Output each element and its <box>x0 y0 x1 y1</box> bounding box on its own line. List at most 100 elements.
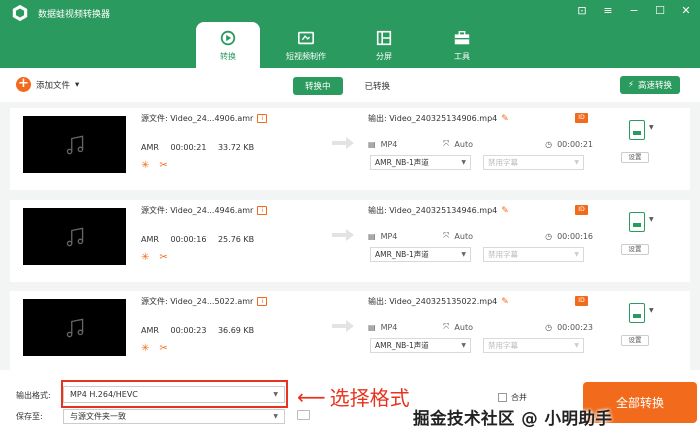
output-format-icon[interactable] <box>629 303 645 323</box>
chevron-down-icon[interactable]: ▼ <box>649 124 654 131</box>
audio-track-select[interactable]: AMR_NB-1声道 ▼ <box>370 338 471 353</box>
edit-pen-icon[interactable]: ✎ <box>501 114 509 124</box>
checkbox-icon <box>498 393 507 402</box>
output-format: MP4 <box>380 139 398 149</box>
chevron-down-icon: ▼ <box>461 159 466 166</box>
app-logo-icon <box>12 4 28 22</box>
info-icon[interactable]: i <box>257 297 268 306</box>
edit-pen-icon[interactable]: ✎ <box>501 297 509 307</box>
tab-split-screen-label: 分屏 <box>376 51 392 61</box>
watermark: 掘金技术社区 @ 小明助手 <box>413 409 613 428</box>
chevron-down-icon[interactable]: ▼ <box>649 216 654 223</box>
info-icon[interactable]: i <box>257 114 268 123</box>
clock-icon: ◷ <box>545 322 553 332</box>
audio-track-select[interactable]: AMR_NB-1声道 ▼ <box>370 155 471 170</box>
tab-convert[interactable]: 转换 <box>196 22 260 68</box>
toolbox-icon <box>454 30 470 44</box>
subtitle-select[interactable]: 禁用字幕 ▼ <box>483 247 584 262</box>
toolbar: + 添加文件 ▾ 转换中 已转换 ⚡ 高速转换 <box>0 68 700 102</box>
file-item: 源文件: Video_24...4906.amr i AMR 00:00:21 3… <box>10 108 690 190</box>
resolution-icon: ⤧ <box>443 322 450 331</box>
resolution-icon: ⤧ <box>443 231 450 240</box>
output-info-icon[interactable]: ID <box>575 296 588 306</box>
output-meta: ▤ MP4 ⤧ Auto ◷ 00:00:16 <box>368 231 593 241</box>
chevron-down-icon: ▼ <box>574 342 579 349</box>
add-icon: + <box>16 77 31 92</box>
enhance-icon[interactable]: ✳ <box>141 343 149 354</box>
converted-tab[interactable]: 已转换 <box>353 77 403 95</box>
audio-track-select[interactable]: AMR_NB-1声道 ▼ <box>370 247 471 262</box>
scissors-icon[interactable]: ✂ <box>159 160 167 171</box>
edit-pen-icon[interactable]: ✎ <box>501 206 509 216</box>
file-item: 源文件: Video_24...4946.amr i AMR 00:00:16 2… <box>10 200 690 282</box>
music-note-icon <box>66 227 83 246</box>
source-format: AMR <box>141 326 159 335</box>
fast-convert-button[interactable]: ⚡ 高速转换 <box>620 76 680 94</box>
save-to-select[interactable]: 与源文件夹一致 ▼ <box>63 409 285 424</box>
output-format-icon[interactable] <box>629 120 645 140</box>
source-meta: AMR 00:00:16 25.76 KB <box>141 235 263 244</box>
folder-icon[interactable] <box>297 410 310 420</box>
settings-button[interactable]: 设置 <box>621 152 649 163</box>
annotation-text: 选择格式 <box>329 386 410 410</box>
chevron-down-icon: ▼ <box>574 251 579 258</box>
source-size: 25.76 KB <box>217 235 255 244</box>
content-area: + 添加文件 ▾ 转换中 已转换 ⚡ 高速转换 源文件: Video_24...… <box>0 68 700 443</box>
output-info-icon[interactable]: ID <box>575 205 588 215</box>
output-duration: 00:00:21 <box>557 139 593 149</box>
arrow-left-icon: ⟵ <box>297 384 326 409</box>
minimize-icon[interactable]: − <box>628 4 640 18</box>
output-duration: 00:00:16 <box>557 231 593 241</box>
file-thumbnail[interactable] <box>23 299 126 356</box>
subtitle-select[interactable]: 禁用字幕 ▼ <box>483 155 584 170</box>
output-filename: 输出: Video_240325134906.mp4 ✎ <box>368 114 509 124</box>
enhance-icon[interactable]: ✳ <box>141 252 149 263</box>
chevron-down-icon: ▼ <box>461 251 466 258</box>
highlight-box <box>61 380 288 408</box>
film-icon: ▤ <box>368 231 376 241</box>
info-icon[interactable]: i <box>257 206 268 215</box>
source-format: AMR <box>141 143 159 152</box>
source-filename: 源文件: Video_24...4946.amr i <box>141 205 268 216</box>
output-resolution: Auto <box>454 231 473 241</box>
tab-convert-label: 转换 <box>220 51 236 61</box>
chevron-down-icon: ▼ <box>461 342 466 349</box>
maximize-icon[interactable]: ☐ <box>654 4 666 18</box>
clock-icon: ◷ <box>545 231 553 241</box>
output-resolution: Auto <box>454 139 473 149</box>
edit-tools: ✳ ✂ <box>141 252 168 263</box>
enhance-icon[interactable]: ✳ <box>141 160 149 171</box>
converting-tab[interactable]: 转换中 <box>293 77 343 95</box>
tab-short-video-label: 短视频制作 <box>286 51 326 61</box>
subtitle-select[interactable]: 禁用字幕 ▼ <box>483 338 584 353</box>
menu-icon[interactable]: ≡ <box>602 4 614 18</box>
settings-button[interactable]: 设置 <box>621 244 649 255</box>
source-size: 33.72 KB <box>217 143 255 152</box>
chevron-down-icon[interactable]: ▼ <box>649 307 654 314</box>
source-duration: 00:00:23 <box>170 326 207 335</box>
tab-tools[interactable]: 工具 <box>430 22 494 68</box>
source-filename: 源文件: Video_24...5022.amr i <box>141 296 268 307</box>
output-format-label: 输出格式: <box>16 391 51 400</box>
close-icon[interactable]: ✕ <box>680 4 692 18</box>
source-duration: 00:00:16 <box>170 235 207 244</box>
file-thumbnail[interactable] <box>23 208 126 265</box>
resolution-icon: ⤧ <box>443 139 450 148</box>
scissors-icon[interactable]: ✂ <box>159 343 167 354</box>
tab-short-video[interactable]: 短视频制作 <box>274 22 338 68</box>
output-format-icon[interactable] <box>629 212 645 232</box>
chevron-down-icon[interactable]: ▾ <box>75 80 79 90</box>
output-info-icon[interactable]: ID <box>575 113 588 123</box>
title-bar: 数据蛙视频转换器 ⊡ ≡ − ☐ ✕ 转换 短视频制作 分屏 工具 <box>0 0 700 68</box>
merge-checkbox[interactable]: 合并 <box>498 392 527 403</box>
scissors-icon[interactable]: ✂ <box>159 252 167 263</box>
add-file-button[interactable]: + 添加文件 ▾ <box>16 77 79 92</box>
output-meta: ▤ MP4 ⤧ Auto ◷ 00:00:21 <box>368 139 593 149</box>
music-note-icon <box>66 135 83 154</box>
lightning-icon: ⚡ <box>628 80 634 90</box>
gift-icon[interactable]: ⊡ <box>576 4 588 18</box>
tab-split-screen[interactable]: 分屏 <box>352 22 416 68</box>
output-duration: 00:00:23 <box>557 322 593 332</box>
settings-button[interactable]: 设置 <box>621 335 649 346</box>
file-thumbnail[interactable] <box>23 116 126 173</box>
